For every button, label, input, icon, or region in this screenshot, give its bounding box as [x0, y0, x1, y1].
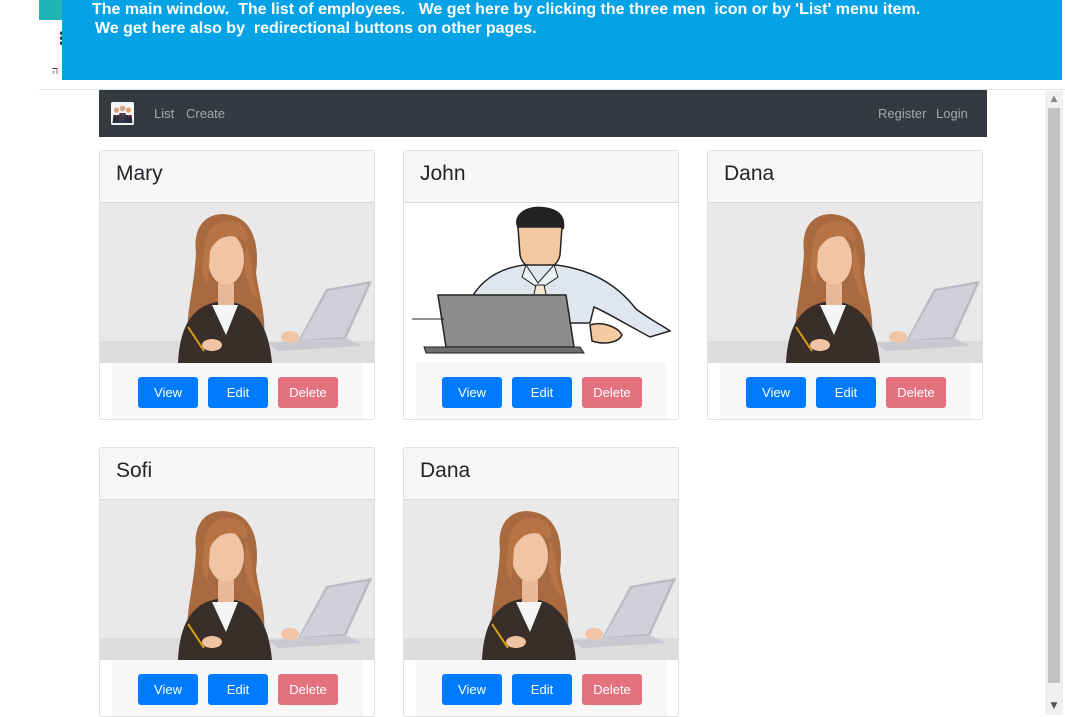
employee-card: Dana View Edit Delete [707, 150, 983, 420]
edit-button[interactable]: Edit [816, 377, 876, 408]
employee-photo [404, 500, 678, 660]
employee-card: Sofi View Edit Delete [99, 447, 375, 717]
background-text: ה [52, 64, 59, 77]
scroll-down-arrow-icon[interactable]: ▼ [1045, 697, 1063, 715]
nav-list-link[interactable]: List [154, 106, 174, 121]
employee-card: Dana View Edit Delete [403, 447, 679, 717]
edit-button[interactable]: Edit [512, 674, 572, 705]
annotation-line-2: We get here also by redirectional button… [95, 20, 537, 37]
view-button[interactable]: View [442, 674, 502, 705]
card-actions: View Edit Delete [404, 660, 678, 716]
employee-name: John [404, 151, 678, 203]
three-men-icon[interactable] [111, 102, 134, 125]
view-button[interactable]: View [442, 377, 502, 408]
annotation-line-1: The main window. The list of employees. … [92, 1, 921, 18]
delete-button[interactable]: Delete [886, 377, 946, 408]
employee-photo [708, 203, 982, 363]
edit-button[interactable]: Edit [208, 377, 268, 408]
employee-name: Dana [404, 448, 678, 500]
employee-photo [100, 500, 374, 660]
card-actions: View Edit Delete [100, 363, 374, 419]
background-tab [39, 0, 63, 20]
scroll-up-arrow-icon[interactable]: ▲ [1045, 91, 1063, 107]
navbar: List Create Register Login [99, 90, 987, 137]
delete-button[interactable]: Delete [582, 674, 642, 705]
view-button[interactable]: View [138, 674, 198, 705]
vertical-scrollbar[interactable]: ▲ ▼ [1045, 91, 1063, 715]
scrollbar-thumb[interactable] [1048, 108, 1060, 683]
view-button[interactable]: View [746, 377, 806, 408]
employee-name: Sofi [100, 448, 374, 500]
employee-name: Mary [100, 151, 374, 203]
employee-card: Mary View Edit Delete [99, 150, 375, 420]
edit-button[interactable]: Edit [208, 674, 268, 705]
employee-photo [100, 203, 374, 363]
delete-button[interactable]: Delete [278, 674, 338, 705]
employee-card: John View Edit Delete [403, 150, 679, 420]
card-actions: View Edit Delete [708, 363, 982, 419]
nav-login-link[interactable]: Login [936, 106, 968, 121]
delete-button[interactable]: Delete [582, 377, 642, 408]
nav-create-link[interactable]: Create [186, 106, 225, 121]
nav-register-link[interactable]: Register [878, 106, 926, 121]
employee-name: Dana [708, 151, 982, 203]
edit-button[interactable]: Edit [512, 377, 572, 408]
view-button[interactable]: View [138, 377, 198, 408]
card-actions: View Edit Delete [100, 660, 374, 716]
delete-button[interactable]: Delete [278, 377, 338, 408]
annotation-banner: The main window. The list of employees. … [62, 0, 1062, 80]
card-actions: View Edit Delete [404, 363, 678, 419]
employee-photo [404, 203, 678, 363]
